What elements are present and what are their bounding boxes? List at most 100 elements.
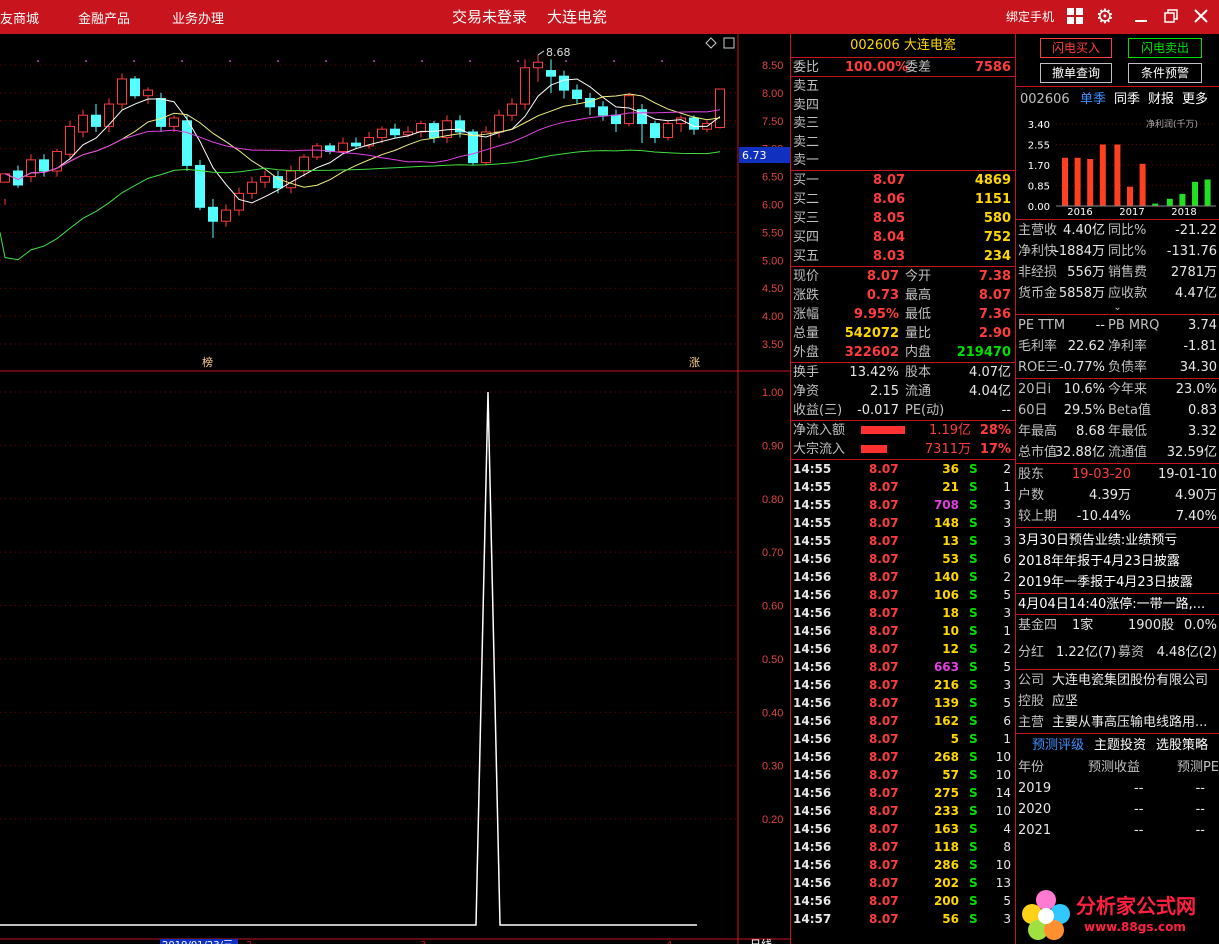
valuation: PE TTM -- PB MRQ 3.74 毛利率 22.62 净利率 -1.81 ROE三 -0… (1016, 314, 1219, 378)
candle-body (650, 123, 660, 139)
kline-chart[interactable]: 8.508.007.507.006.506.005.505.004.504.00… (0, 34, 790, 944)
tick-time: 14:56 (793, 893, 832, 908)
tick-side: S (969, 515, 978, 530)
tick-count: 13 (995, 875, 1011, 890)
candle-body (117, 78, 127, 105)
tab-forecast[interactable]: 预测评级 (1032, 734, 1084, 758)
tick-row: 14:56 8.07 286 S 10 (791, 856, 1015, 874)
tick-row: 14:56 8.07 18 S 3 (791, 604, 1015, 622)
tick-time: 14:55 (793, 479, 832, 494)
buy-level-price: 8.04 (873, 229, 906, 245)
notices: 3月30日预告业绩:业绩预亏 2018年年报于4月23日披露 2019年一季报于4月… (1016, 527, 1219, 614)
stat-value: 9.95% (853, 306, 899, 322)
nav-business[interactable]: 业务办理 (172, 8, 224, 27)
flash-buy-button[interactable]: 闪电买入 (1040, 38, 1112, 58)
month-label: 3 (420, 940, 426, 944)
tick-price: 8.07 (869, 515, 899, 530)
tick-count: 1 (1003, 479, 1011, 494)
conditional-alert-button[interactable]: 条件预警 (1128, 63, 1202, 83)
candle-body (312, 145, 322, 158)
login-status[interactable]: 交易未登录 (452, 6, 527, 27)
stat2-row: 换手 13.42% 股本 4.07亿 (791, 363, 1015, 382)
gear-icon[interactable]: ⚙ (1094, 4, 1116, 28)
candle-body (338, 142, 348, 152)
tick-side: S (969, 641, 978, 656)
chart-area[interactable]: 8.508.007.507.006.506.005.505.004.504.00… (0, 34, 790, 944)
tick-row: 14:55 8.07 13 S 3 (791, 532, 1015, 550)
candle-body (156, 97, 166, 127)
nav-finance[interactable]: 金融产品 (78, 8, 130, 27)
tick-row: 14:56 8.07 275 S 14 (791, 784, 1015, 802)
dot-marker (229, 60, 231, 62)
tick-list[interactable]: 14:55 8.07 36 S 2 14:55 8.07 21 S 1 14:55 8.07 708 S 3… (791, 460, 1015, 928)
grid-icon[interactable] (1064, 5, 1086, 27)
tick-price: 8.07 (869, 749, 899, 764)
company-row: 主营 主要从事高压输电线路用... (1016, 712, 1219, 733)
tab-quarter[interactable]: 单季 (1080, 87, 1106, 112)
stat-value: 7.36 (978, 306, 1011, 322)
tick-volume: 140 (933, 569, 959, 584)
dot-marker (277, 60, 279, 62)
stat-value: 0.73 (866, 287, 899, 303)
buy-level-volume: 752 (983, 229, 1011, 245)
tick-side: S (969, 551, 978, 566)
val-row: PE TTM -- PB MRQ 3.74 (1016, 315, 1219, 336)
buy-level-row: 买四 8.04 752 (791, 228, 1015, 247)
perf-row: 年最高 8.68 年最低 3.32 (1016, 421, 1219, 442)
tab-report[interactable]: 财报 (1148, 87, 1174, 112)
tick-side: S (969, 893, 978, 908)
candle-body (611, 114, 621, 125)
perf-value2: 0.83 (1188, 403, 1217, 418)
tab-same-quarter[interactable]: 同季 (1114, 87, 1140, 112)
flash-sell-button[interactable]: 闪电卖出 (1128, 38, 1202, 58)
tab-theme[interactable]: 主题投资 (1094, 734, 1146, 758)
price-tick-label: 7.50 (762, 116, 783, 128)
event-marker-left: 榜 (202, 355, 213, 369)
tick-row: 14:55 8.07 708 S 3 (791, 496, 1015, 514)
company-value: 大连电瓷集团股份有限公司 (1052, 673, 1209, 688)
restore-icon[interactable] (1160, 5, 1182, 27)
tab-strategy[interactable]: 选股策略 (1156, 734, 1208, 758)
logo-url: www.88gs.com (1084, 920, 1186, 934)
holder-label: 股东 (1018, 467, 1045, 482)
tick-count: 10 (995, 767, 1011, 782)
fin-value: -1884万 (1054, 244, 1105, 259)
nav-mall[interactable]: 友商城 (0, 8, 39, 27)
close-icon[interactable] (1190, 5, 1212, 27)
fin-value2: -131.76 (1166, 244, 1217, 259)
tick-volume: 202 (933, 875, 959, 890)
val-row: 毛利率 22.62 净利率 -1.81 (1016, 336, 1219, 357)
perf-label: 60日 (1018, 403, 1048, 418)
perf-value: 32.88亿 (1054, 445, 1105, 460)
indicator-line (0, 391, 697, 926)
flow-value: 1.19亿 (929, 422, 971, 438)
minimize-icon[interactable] (1130, 5, 1152, 27)
stat2-value: 2.15 (870, 383, 899, 399)
tick-time: 14:56 (793, 587, 832, 602)
f10-tabs: 002606 单季 同季 财报 更多 (1016, 86, 1219, 111)
stat2-label: 流通 (905, 383, 932, 399)
candle-body (546, 70, 556, 77)
tick-volume: 36 (942, 461, 959, 476)
tick-count: 3 (1003, 497, 1011, 512)
quote-header: 002606 大连电瓷 (791, 34, 1015, 58)
candle-body (572, 89, 582, 99)
sell-level-row: 卖一 (791, 151, 1015, 170)
stat-label: 涨跌 (793, 287, 820, 303)
f10-code: 002606 (1020, 92, 1070, 107)
candle-body (390, 128, 400, 136)
flower-logo-icon (1022, 890, 1070, 940)
buy-level-volume: 1151 (974, 191, 1011, 207)
bind-phone-link[interactable]: 绑定手机 (1006, 8, 1054, 25)
expand-chevron-icon[interactable]: ⌄ (1016, 303, 1219, 314)
tick-count: 10 (995, 749, 1011, 764)
tick-volume: 57 (942, 767, 959, 782)
stat2-label: 股本 (905, 364, 932, 380)
cancel-order-button[interactable]: 撤单查询 (1040, 63, 1112, 83)
stat2-row: 净资 2.15 流通 4.04亿 (791, 382, 1015, 401)
high-marker (537, 50, 545, 56)
dot-marker (37, 60, 39, 62)
tick-price: 8.07 (869, 803, 899, 818)
tab-more[interactable]: 更多 (1182, 87, 1208, 112)
perf-label: 总市值 (1018, 445, 1058, 460)
